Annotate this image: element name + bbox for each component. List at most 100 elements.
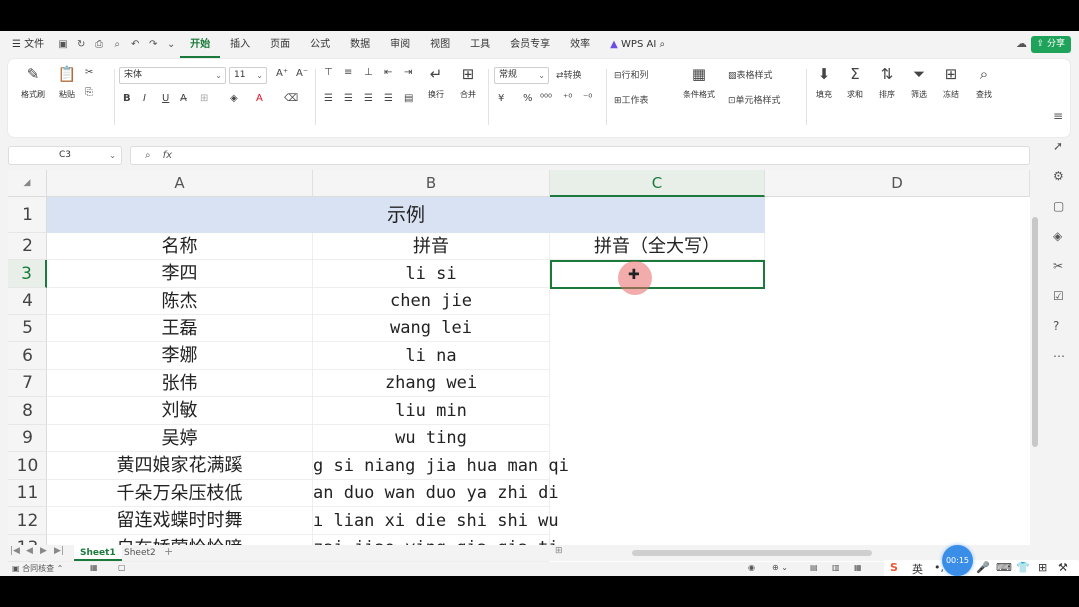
add-sheet-icon[interactable]: +: [164, 545, 173, 558]
fill-button[interactable]: ⬇ 填充: [811, 65, 837, 100]
font-name-select[interactable]: 宋体 ⌄: [119, 67, 226, 84]
tab-review[interactable]: 审阅: [380, 31, 420, 58]
freeze-button[interactable]: ⊞ 冻结: [938, 65, 964, 100]
chevron-down-icon[interactable]: ⌄: [164, 38, 178, 52]
increase-font-icon[interactable]: A⁺: [276, 68, 288, 79]
conditional-format-button[interactable]: ▦ 条件格式: [673, 65, 725, 100]
file-menu[interactable]: ☰ 文件: [0, 31, 54, 58]
row-header[interactable]: 5: [8, 315, 47, 342]
align-top-icon[interactable]: ⊤: [324, 67, 333, 78]
column-header-a[interactable]: A: [47, 170, 313, 197]
status-left[interactable]: ▣ 合同核查 ⌃: [12, 563, 63, 574]
pinyin-cell[interactable]: liu min: [313, 397, 550, 425]
row-header[interactable]: 8: [8, 397, 47, 425]
print-icon[interactable]: ⎙: [92, 38, 106, 52]
tab-home[interactable]: 开始: [180, 31, 221, 58]
cell-style-button[interactable]: ⊡单元格样式: [728, 93, 781, 106]
column-header-c[interactable]: C: [550, 170, 765, 197]
active-cell-c3[interactable]: [550, 260, 765, 289]
paste-button[interactable]: 📋 粘贴: [52, 65, 82, 100]
next-sheet-icon[interactable]: ▶: [40, 546, 47, 556]
grid-icon[interactable]: ⊞: [1038, 561, 1047, 574]
more-icon[interactable]: ⋯: [1053, 349, 1065, 363]
scroll-thumb[interactable]: [1032, 217, 1038, 447]
row-header[interactable]: 11: [8, 480, 47, 507]
macro-icon[interactable]: ▦: [90, 563, 98, 572]
wps-ai-button[interactable]: ▲ WPS AI ⌕: [600, 31, 675, 58]
number-format-select[interactable]: 常规 ⌄: [494, 67, 549, 84]
name-cell[interactable]: 王磊: [47, 315, 313, 342]
filter-button[interactable]: ⏷ 筛选: [906, 65, 932, 100]
row-header[interactable]: 9: [8, 425, 47, 452]
name-cell[interactable]: 留连戏蝶时时舞: [47, 507, 313, 535]
copy-icon[interactable]: ⎘: [85, 87, 93, 98]
border-icon[interactable]: ⊞: [200, 93, 208, 104]
horizontal-scrollbar[interactable]: [632, 550, 872, 556]
fill-color-icon[interactable]: ◈: [230, 93, 238, 104]
normal-view-icon[interactable]: ▤: [810, 563, 818, 572]
page-layout-icon[interactable]: ▥: [832, 563, 840, 572]
name-cell[interactable]: 吴婷: [47, 425, 313, 452]
eraser-icon[interactable]: ⌫: [284, 93, 298, 104]
pinyin-cell[interactable]: zhang wei: [313, 370, 550, 397]
sheet-tab-sheet1[interactable]: Sheet1: [74, 545, 122, 561]
cloud-icon[interactable]: ☁: [1016, 37, 1027, 50]
select-all-corner[interactable]: ◢: [8, 170, 47, 197]
sync-icon[interactable]: ↻: [74, 38, 88, 52]
merge-button[interactable]: ⊞ 合并: [453, 65, 483, 100]
title-cell[interactable]: 示例: [47, 197, 765, 233]
ime-language[interactable]: 英: [912, 561, 923, 576]
first-sheet-icon[interactable]: |◀: [10, 546, 20, 556]
name-cell[interactable]: 李娜: [47, 342, 313, 370]
distribute-icon[interactable]: ▤: [404, 93, 413, 104]
decrease-font-icon[interactable]: A⁻: [296, 68, 308, 79]
document-icon[interactable]: ▢: [1053, 199, 1064, 213]
row-header[interactable]: 2: [8, 233, 47, 260]
tab-formula[interactable]: 公式: [300, 31, 340, 58]
align-middle-icon[interactable]: ≡: [344, 67, 352, 78]
align-bottom-icon[interactable]: ⊥: [364, 67, 373, 78]
thousands-icon[interactable]: ⁰⁰⁰: [540, 93, 552, 104]
percent-icon[interactable]: %: [523, 93, 533, 104]
table-style-button[interactable]: ▨表格样式: [728, 68, 773, 81]
align-center-icon[interactable]: ☰: [344, 93, 353, 104]
tab-insert[interactable]: 插入: [220, 31, 260, 58]
row-header[interactable]: 1: [8, 197, 47, 233]
eye-protect-icon[interactable]: ◉: [748, 563, 755, 572]
formula-input[interactable]: ⌕ fx: [130, 146, 1030, 165]
align-right-icon[interactable]: ☰: [364, 93, 373, 104]
pinyin-cell[interactable]: chen jie: [313, 288, 550, 315]
row-header[interactable]: 12: [8, 507, 47, 535]
preview-icon[interactable]: ⌕: [110, 38, 124, 52]
underline-icon[interactable]: U: [162, 93, 169, 104]
share-button[interactable]: ⇪ 分享: [1030, 36, 1071, 53]
convert-button[interactable]: ⇄转换: [556, 68, 582, 81]
row-header[interactable]: 10: [8, 452, 47, 480]
fx-icon[interactable]: fx: [163, 150, 172, 161]
tool-icon[interactable]: ⚒: [1058, 561, 1068, 574]
find-button[interactable]: ⌕ 查找: [971, 65, 997, 100]
indent-decrease-icon[interactable]: ⇤: [384, 67, 392, 78]
justify-icon[interactable]: ☰: [384, 93, 393, 104]
sogou-icon[interactable]: S: [890, 561, 898, 574]
bold-icon[interactable]: B: [123, 93, 131, 104]
sum-button[interactable]: Σ 求和: [842, 65, 868, 100]
decimal-increase-icon[interactable]: ⁺⁰: [563, 93, 572, 104]
indent-increase-icon[interactable]: ⇥: [404, 67, 412, 78]
sheet-tab-sheet2[interactable]: Sheet2: [118, 545, 162, 561]
pinyin-cell[interactable]: li na: [313, 342, 550, 370]
prev-sheet-icon[interactable]: ◀: [26, 546, 33, 556]
format-painter-button[interactable]: ✎ 格式刷: [18, 65, 48, 100]
tab-efficiency[interactable]: 效率: [560, 31, 600, 58]
view-options-icon[interactable]: ⊕ ⌄: [772, 563, 788, 572]
zoom-formula-icon[interactable]: ⌕: [145, 150, 151, 161]
currency-icon[interactable]: ¥: [498, 93, 504, 104]
header-cell-pinyin-upper[interactable]: 拼音（全大写）: [550, 233, 765, 260]
sheet-options-icon[interactable]: ⊞: [555, 546, 563, 556]
row-header[interactable]: 7: [8, 370, 47, 397]
tab-data[interactable]: 数据: [340, 31, 380, 58]
column-header-d[interactable]: D: [765, 170, 1030, 197]
tab-tools[interactable]: 工具: [460, 31, 500, 58]
pinyin-cell[interactable]: an duo wan duo ya zhi di: [313, 480, 559, 507]
italic-icon[interactable]: I: [143, 93, 146, 104]
